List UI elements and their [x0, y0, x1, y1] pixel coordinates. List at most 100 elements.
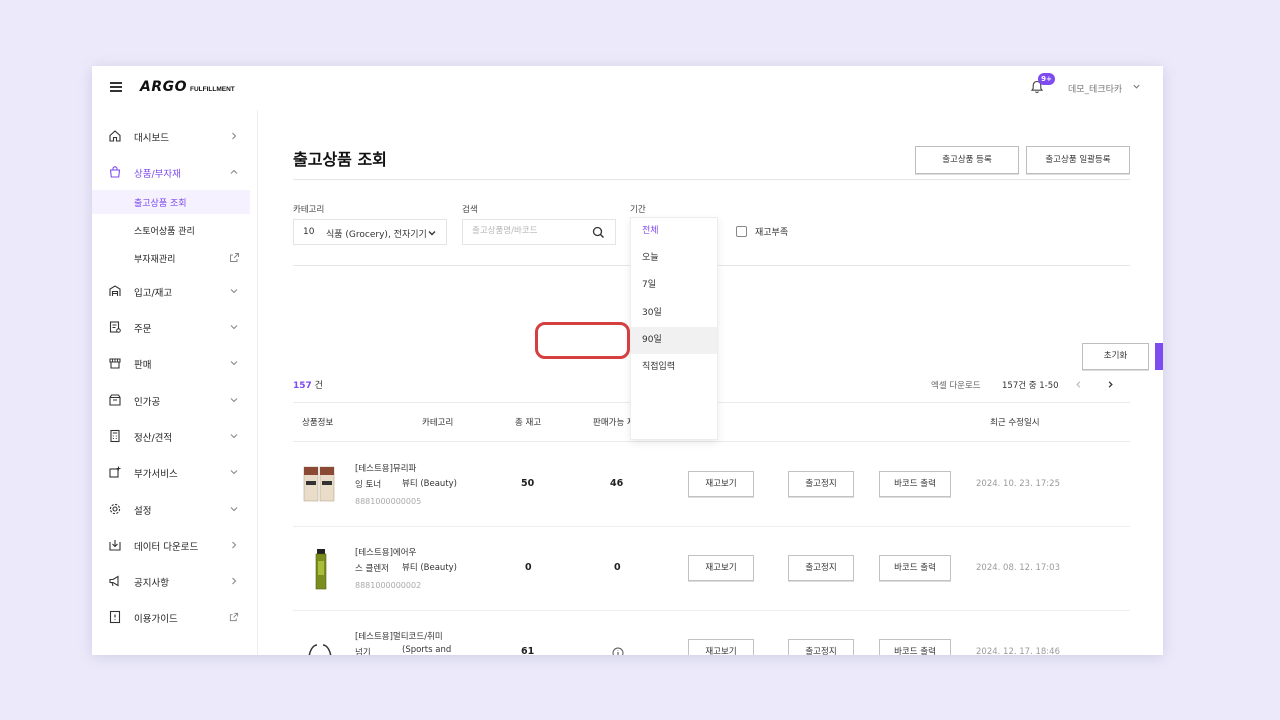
stop-shipping-button[interactable]: 출고정지: [788, 639, 854, 655]
view-stock-button[interactable]: 재고보기: [688, 639, 754, 655]
stop-shipping-button[interactable]: 출고정지: [788, 555, 854, 581]
store-icon: [109, 358, 121, 369]
sidebar-item-label: 부가서비스: [134, 469, 178, 480]
chevron-down-icon: [230, 470, 238, 475]
sidebar-item-settings[interactable]: 설정: [92, 495, 258, 523]
category-select[interactable]: 10 식품 (Grocery), 전자기기: [293, 219, 447, 245]
out-of-stock-label[interactable]: 재고부족: [755, 225, 788, 238]
product-category: 뷰티 (Beauty): [402, 563, 457, 573]
total-stock-value: 61: [521, 646, 535, 655]
register-product-button[interactable]: 출고상품 등록: [915, 146, 1019, 174]
bag-icon: [109, 166, 121, 178]
sidebar-item-products[interactable]: 상품/부자재: [92, 158, 258, 186]
sidebar-item-dashboard[interactable]: 대시보드: [92, 122, 258, 150]
sidebar-subitem-label: 부자재관리: [134, 255, 176, 265]
table-row: [테스트용]멀티코드/취미 넘기 (Sports and 61 재고보기 출고정…: [293, 611, 1130, 655]
category-count: 10: [303, 227, 315, 237]
period-dropdown: 전체 오늘 7일 30일 90일 직접입력: [630, 217, 718, 440]
chevron-right-icon: [232, 577, 237, 585]
sidebar-subitem-materials[interactable]: 부자재관리: [92, 246, 250, 270]
logo-main: ARGO: [140, 79, 188, 95]
period-option-today[interactable]: 오늘: [631, 245, 717, 272]
category-label: 카테고리: [293, 205, 325, 215]
view-stock-button[interactable]: 재고보기: [688, 555, 754, 581]
guide-icon: [109, 610, 121, 624]
divider: [293, 179, 1130, 180]
table-row: [테스트용]뮤리파 잉 토너 8881000000005 뷰티 (Beauty)…: [293, 443, 1130, 527]
notification-badge: 9+: [1038, 73, 1055, 85]
stop-shipping-button[interactable]: 출고정지: [788, 471, 854, 497]
product-thumbnail[interactable]: [301, 545, 341, 593]
excel-download-link[interactable]: 엑셀 다운로드: [931, 379, 981, 391]
sidebar-item-processing[interactable]: 인가공: [92, 386, 258, 414]
print-barcode-button[interactable]: 바코드 출력: [879, 555, 951, 581]
sidebar-item-extra-services[interactable]: 부가서비스: [92, 458, 258, 486]
result-count-unit: 건: [314, 381, 323, 391]
order-icon: [109, 321, 121, 333]
warehouse-icon: [109, 285, 121, 296]
user-name[interactable]: 데모_테크타카: [1068, 82, 1122, 95]
sidebar-subitem-outbound-products[interactable]: 출고상품 조회: [92, 190, 250, 214]
chevron-right-icon: [232, 541, 237, 549]
paging-info: 157건 중 1-50: [1002, 381, 1059, 391]
chevron-down-icon: [230, 289, 238, 294]
sidebar-item-label: 이용가이드: [134, 614, 178, 625]
available-stock-value: 0: [614, 562, 621, 573]
search-button[interactable]: 검색: [1155, 343, 1163, 370]
print-barcode-button[interactable]: 바코드 출력: [879, 639, 951, 655]
chevron-down-icon: [230, 398, 238, 403]
period-option-custom[interactable]: 직접입력: [631, 354, 717, 381]
chevron-down-icon: [230, 434, 238, 439]
product-name-line: [테스트용]멀티코드/취미: [355, 632, 443, 642]
product-name-line: [테스트용]뮤리파: [355, 464, 417, 474]
sidebar-item-settlement[interactable]: 정산/견적: [92, 422, 258, 450]
view-stock-button[interactable]: 재고보기: [688, 471, 754, 497]
sidebar-item-sales[interactable]: 판매: [92, 349, 258, 377]
sidebar-item-label: 대시보드: [134, 133, 169, 144]
reset-button[interactable]: 초기화: [1082, 343, 1149, 370]
product-barcode: 8881000000002: [355, 581, 422, 590]
period-option-all[interactable]: 전체: [631, 218, 717, 245]
period-option-7days[interactable]: 7일: [631, 272, 717, 299]
category-value: 식품 (Grocery), 전자기기: [326, 230, 426, 240]
search-field[interactable]: [462, 219, 616, 245]
sidebar-item-label: 정산/견적: [134, 433, 173, 444]
chevron-left-icon[interactable]: [1074, 380, 1083, 389]
logo[interactable]: ARGO FULFILLMENT: [140, 79, 235, 95]
sidebar-subitem-store-products[interactable]: 스토어상품 관리: [92, 218, 250, 242]
sidebar-item-label: 입고/재고: [134, 288, 173, 299]
result-count: 157 건: [293, 378, 323, 391]
chevron-down-icon: [230, 361, 238, 366]
bulk-register-button[interactable]: 출고상품 일괄등록: [1026, 146, 1130, 174]
sidebar-item-inbound[interactable]: 입고/재고: [92, 277, 258, 305]
sidebar-item-label: 상품/부자재: [134, 169, 181, 180]
app-window: ARGO FULFILLMENT 9+ 데모_테크타카 대시보드 상품/부자재 …: [92, 66, 1163, 655]
sidebar-item-notices[interactable]: 공지사항: [92, 567, 258, 595]
search-input[interactable]: [472, 226, 582, 236]
sidebar-item-orders[interactable]: 주문: [92, 313, 258, 341]
period-option-30days[interactable]: 30일: [631, 300, 717, 327]
period-option-90days[interactable]: 90일: [631, 327, 717, 354]
megaphone-icon: [109, 575, 119, 587]
sidebar-item-data-download[interactable]: 데이터 다운로드: [92, 531, 258, 559]
hamburger-menu-icon[interactable]: [110, 82, 122, 92]
gear-icon: [109, 503, 121, 515]
home-icon: [109, 130, 121, 142]
chevron-right-icon[interactable]: [1106, 380, 1115, 389]
product-category: 뷰티 (Beauty): [402, 479, 457, 489]
chevron-down-icon: [230, 507, 238, 512]
product-thumbnail[interactable]: [301, 629, 341, 655]
total-stock-value: 50: [521, 478, 535, 489]
sidebar-item-label: 설정: [134, 506, 152, 517]
out-of-stock-checkbox[interactable]: [736, 226, 747, 237]
chevron-down-icon[interactable]: [1132, 82, 1141, 91]
info-icon[interactable]: [612, 647, 624, 655]
product-thumbnail[interactable]: [301, 461, 341, 509]
sidebar-item-guide[interactable]: 이용가이드: [92, 603, 258, 631]
print-barcode-button[interactable]: 바코드 출력: [879, 471, 951, 497]
search-icon[interactable]: [592, 226, 605, 239]
sidebar-subitem-label: 스토어상품 관리: [134, 227, 195, 237]
chevron-up-icon: [230, 169, 238, 174]
product-name-line: [테스트용]에어우: [355, 548, 417, 558]
column-header-last-modified: 최근 수정일시: [990, 418, 1040, 428]
